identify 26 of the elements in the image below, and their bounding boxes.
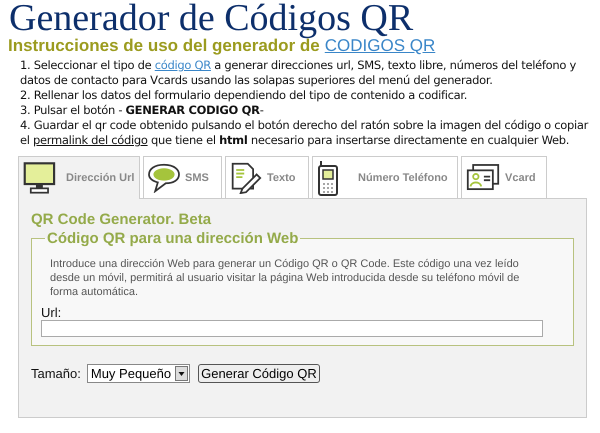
subtitle-link[interactable]: CODIGOS QR bbox=[324, 36, 436, 55]
size-dropdown[interactable]: Muy Pequeño bbox=[86, 364, 190, 383]
group-legend: Código QR para una dirección Web bbox=[45, 230, 300, 247]
instruction-step: 3. Pulsar el botón - GENERAR CODIGO QR- bbox=[20, 103, 596, 118]
panel-heading: QR Code Generator. Beta bbox=[31, 211, 212, 228]
contact-card-icon bbox=[466, 164, 500, 191]
url-input[interactable] bbox=[41, 320, 543, 337]
url-label: Url: bbox=[41, 305, 62, 320]
page-title: Generador de Códigos QR bbox=[8, 0, 414, 36]
tab[interactable]: SMS bbox=[143, 156, 222, 198]
tab[interactable]: Texto bbox=[225, 156, 309, 198]
description: Introduce una dirección Web para generar un Código QR o QR Code. Este código una vez leído desde un móvil, permitirá al usuario visitar la página Web introducida desde su teléfono móvil de forma automática. bbox=[50, 257, 520, 299]
instruction-step: 4. Guardar el qr code obtenido pulsando el botón derecho del ratón sobre la imagen del código o copiar el permalink del código que tiene el html necesario para insertarse directamente en cualquier Web. bbox=[20, 118, 596, 148]
tab[interactable]: Vcard bbox=[461, 156, 547, 198]
tab[interactable]: Número Teléfono bbox=[312, 156, 458, 198]
instruction-step: 1. Seleccionar el tipo de código QR a generar direcciones url, SMS, texto libre, números del teléfono y datos de contacto para Vcards usando las solapas superiores del menú del generador. bbox=[20, 58, 596, 88]
generate-button[interactable]: Generar Código QR bbox=[198, 364, 320, 383]
tab[interactable]: Dirección Url bbox=[18, 156, 140, 199]
permalink-link[interactable]: permalink del código bbox=[33, 133, 148, 147]
size-label: Tamaño: bbox=[31, 366, 81, 381]
mobile-phone-icon bbox=[317, 160, 339, 196]
document-pencil-icon bbox=[230, 162, 262, 194]
caret-icon bbox=[175, 366, 188, 381]
code-link[interactable]: código QR bbox=[154, 58, 211, 72]
speech-bubble-icon bbox=[148, 162, 180, 192]
instruction-step: 2. Rellenar los datos del formulario dependiendo del tipo de contenido a codificar. bbox=[20, 88, 596, 103]
